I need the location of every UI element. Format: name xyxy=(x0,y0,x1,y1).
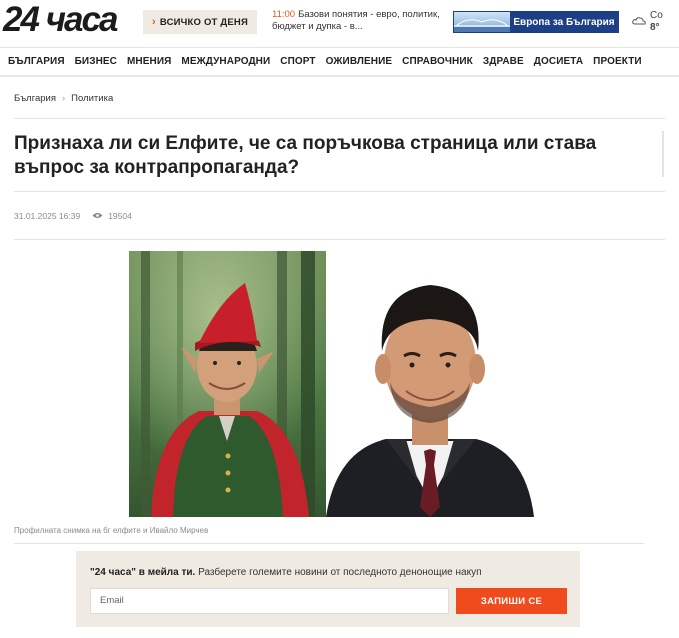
everything-of-the-day-label: ВСИЧКО ОТ ДЕНЯ xyxy=(159,16,248,28)
top-header: 24 часа › ВСИЧКО ОТ ДЕНЯ 11:00 Базови пон… xyxy=(0,0,679,46)
nav-item-projects[interactable]: ПРОЕКТИ xyxy=(593,56,642,67)
cloud-icon xyxy=(632,16,646,29)
article-date: 31.01.2025 16:39 xyxy=(14,211,81,221)
divider xyxy=(662,131,664,177)
breadcrumb-bulgaria[interactable]: България xyxy=(14,93,56,104)
breadcrumb: България › Политика xyxy=(14,93,113,104)
bridge-icon xyxy=(454,12,510,32)
nav-item-revival[interactable]: ОЖИВЛЕНИЕ xyxy=(326,56,393,67)
divider xyxy=(14,191,665,192)
site-logo[interactable]: 24 часа xyxy=(3,2,118,38)
ticker-time: 11:00 xyxy=(272,9,296,20)
divider xyxy=(14,543,644,544)
nav-item-directory[interactable]: СПРАВОЧНИК xyxy=(402,56,473,67)
newsletter-bold: "24 часа" в мейла ти. xyxy=(90,567,196,578)
article-meta: 31.01.2025 16:39 19504 xyxy=(14,211,132,221)
eye-icon xyxy=(92,211,103,221)
views-counter: 19504 xyxy=(92,211,132,221)
newsletter-text: "24 часа" в мейла ти. Разберете големите… xyxy=(90,567,482,578)
newsletter-box: "24 часа" в мейла ти. Разберете големите… xyxy=(76,551,580,627)
breadcrumb-politics[interactable]: Политика xyxy=(71,93,113,104)
subscribe-button[interactable]: ЗАПИШИ СЕ xyxy=(456,588,567,614)
politician-photo xyxy=(326,251,534,517)
nav-item-business[interactable]: БИЗНЕС xyxy=(75,56,117,67)
everything-of-the-day-button[interactable]: › ВСИЧКО ОТ ДЕНЯ xyxy=(143,10,257,34)
nav-item-health[interactable]: ЗДРАВЕ xyxy=(483,56,524,67)
ticker-text: Базови понятия - евро, политик, бюджет и… xyxy=(272,9,440,32)
weather-temp: 8° xyxy=(650,22,660,33)
nav-item-sport[interactable]: СПОРТ xyxy=(280,56,315,67)
weather-widget[interactable]: Co 8° xyxy=(632,10,663,34)
chevron-right-icon: › xyxy=(62,93,66,104)
banner-label: Европа за България xyxy=(510,12,618,32)
nav-item-bulgaria[interactable]: БЪЛГАРИЯ xyxy=(8,56,65,67)
views-count: 19504 xyxy=(108,211,132,221)
divider xyxy=(14,239,665,240)
divider xyxy=(14,118,665,119)
newsletter-desc: Разберете големите новини от последното … xyxy=(195,567,482,578)
main-nav: БЪЛГАРИЯ БИЗНЕС МНЕНИЯ МЕЖДУНАРОДНИ СПОР… xyxy=(0,47,679,77)
nav-item-opinions[interactable]: МНЕНИЯ xyxy=(127,56,171,67)
chevron-right-icon: › xyxy=(152,16,156,28)
europe-banner[interactable]: Европа за България xyxy=(453,11,619,33)
nav-item-international[interactable]: МЕЖДУНАРОДНИ xyxy=(181,56,270,67)
weather-city: Co xyxy=(650,10,663,21)
email-field[interactable]: Email xyxy=(90,588,449,614)
article-title: Признаха ли си Елфите, че са поръчкова с… xyxy=(14,133,597,178)
elf-photo xyxy=(129,251,326,517)
nav-item-dossiers[interactable]: ДОСИЕТА xyxy=(534,56,583,67)
news-ticker[interactable]: 11:00 Базови понятия - евро, политик, бюд… xyxy=(272,9,442,33)
photo-caption: Профилната снимка на бг елфите и Ивайло … xyxy=(14,526,209,535)
